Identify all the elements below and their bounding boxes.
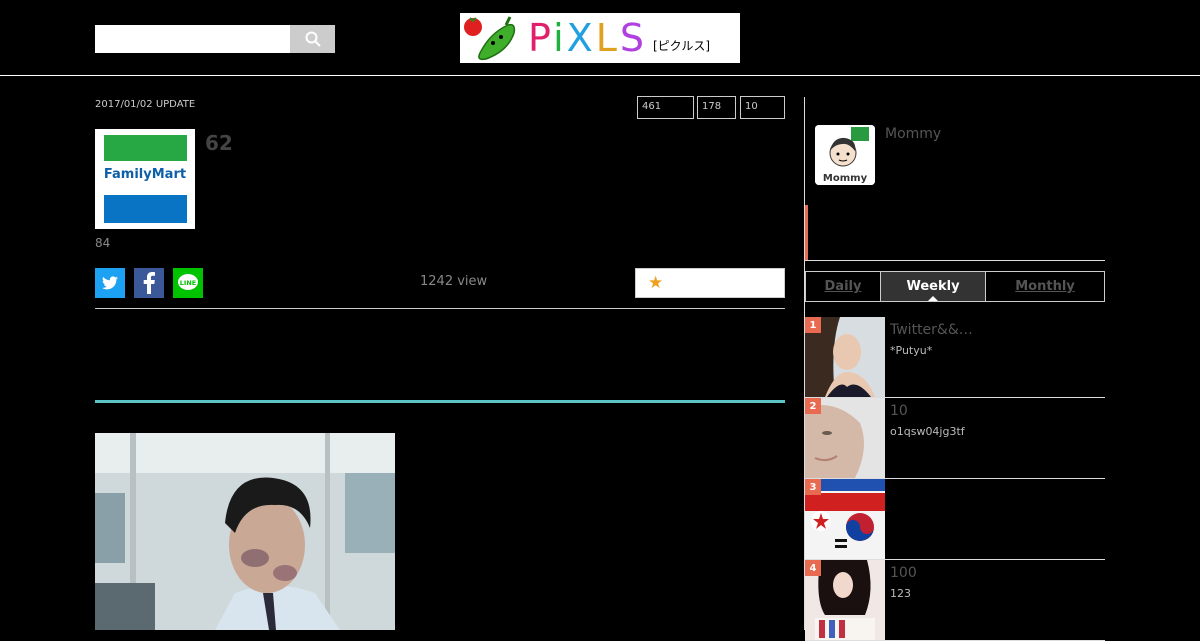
- ranking-title[interactable]: 100: [890, 565, 917, 581]
- tomato-pepper-icon: [464, 16, 516, 61]
- logo-subtitle: [ピクルス]: [653, 38, 711, 53]
- line-icon: LINE: [178, 274, 198, 290]
- rank-badge: 1: [805, 317, 821, 333]
- logo-green-stripe: [104, 135, 187, 161]
- user-name[interactable]: Mommy: [885, 126, 941, 142]
- ranking-user[interactable]: o1qsw04jg3tf: [890, 425, 965, 438]
- line-share-button[interactable]: LINE: [173, 268, 203, 298]
- ranking-item-2[interactable]: 2 10 o1qsw04jg3tf: [805, 398, 1105, 479]
- article-sub-number: 84: [95, 236, 111, 250]
- article-number: 62: [205, 131, 233, 155]
- ranking-user[interactable]: *Putyu*: [890, 344, 932, 357]
- teal-divider: [95, 400, 785, 403]
- search-button[interactable]: [290, 25, 335, 53]
- tab-daily[interactable]: Daily: [806, 272, 881, 301]
- ranking-user[interactable]: 123: [890, 587, 911, 600]
- view-count: 1242 view: [420, 274, 488, 289]
- favorite-button[interactable]: ★: [635, 268, 785, 298]
- logo-text: PiXLS: [528, 16, 647, 60]
- mommy-avatar-icon: Mommy: [815, 125, 875, 185]
- logo-blue-stripe: [104, 195, 187, 223]
- divider: [95, 308, 785, 309]
- search-icon: [305, 31, 321, 47]
- familymart-logo: FamilyMart: [95, 129, 195, 229]
- update-date: 2017/01/02 UPDATE: [95, 99, 196, 110]
- site-header: PiXLS [ピクルス]: [0, 0, 1200, 76]
- rank-badge: 3: [805, 479, 821, 495]
- rank-badge: 4: [805, 560, 821, 576]
- facebook-icon: [143, 272, 155, 294]
- ranking-title[interactable]: Twitter&&…: [890, 322, 973, 338]
- star-icon: ★: [648, 273, 664, 293]
- site-logo[interactable]: PiXLS [ピクルス]: [460, 13, 740, 63]
- ranking-item-4[interactable]: 4 100 123: [805, 560, 1105, 641]
- avatar[interactable]: Mommy: [815, 125, 875, 185]
- facebook-share-button[interactable]: [134, 268, 164, 298]
- count-box-3: 10: [740, 96, 785, 119]
- ranking-tabs: Daily Weekly Monthly: [805, 271, 1105, 302]
- tab-weekly[interactable]: Weekly: [881, 272, 986, 301]
- svg-text:LINE: LINE: [180, 279, 196, 287]
- ranking-title[interactable]: 10: [890, 403, 908, 419]
- twitter-icon: [102, 276, 118, 290]
- article-photo: [95, 433, 395, 630]
- count-box-2: 178: [697, 96, 736, 119]
- rank-badge: 2: [805, 398, 821, 414]
- accent-bar: [805, 205, 808, 261]
- svg-text:Mommy: Mommy: [823, 173, 868, 184]
- twitter-share-button[interactable]: [95, 268, 125, 298]
- search-form: [95, 25, 335, 53]
- tab-monthly[interactable]: Monthly: [986, 272, 1104, 301]
- logo-text-familymart: FamilyMart: [103, 167, 187, 182]
- ranking-item-1[interactable]: 1 Twitter&&… *Putyu*: [805, 317, 1105, 398]
- count-box-1: 461: [637, 96, 694, 119]
- sidebar-divider: [805, 260, 1105, 261]
- ranking-item-3[interactable]: 3: [805, 479, 1105, 560]
- search-input[interactable]: [95, 25, 290, 53]
